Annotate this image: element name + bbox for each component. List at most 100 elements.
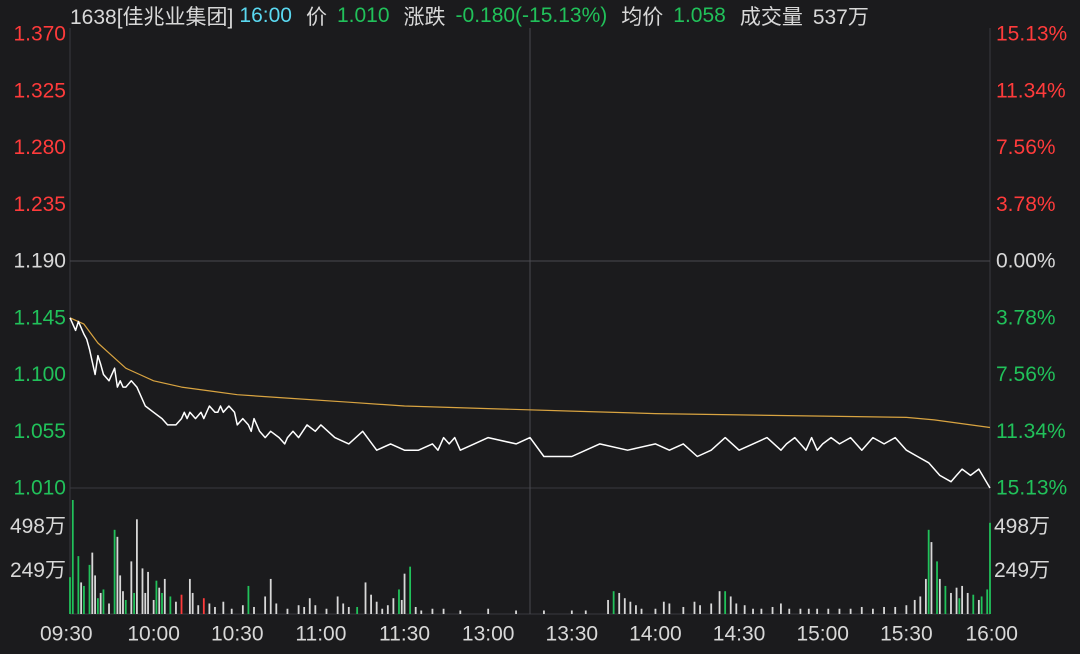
volume-bar: [409, 566, 412, 614]
volume-bar: [913, 599, 916, 614]
volume-bar: [743, 605, 746, 614]
volume-bar: [91, 552, 94, 614]
volume-bar: [169, 596, 172, 614]
volume-bar: [99, 592, 102, 614]
volume-bar: [336, 596, 339, 614]
price-tick-label: 1.190: [13, 250, 66, 273]
volume-bar: [980, 596, 983, 614]
volume-bar: [214, 606, 216, 614]
volume-bar: [308, 598, 311, 614]
time-tick-label: 15:00: [796, 623, 849, 646]
intraday-chart: 1.370 1.325 1.280 1.235 1.190 1.145 1.100 1.055…: [10, 23, 1067, 646]
chart-stage: 1638[佳兆业集团] 16:00 价 1.010 涨跌 -0.180(-15.…: [0, 0, 1080, 654]
volume-bar: [375, 601, 378, 614]
volume-bar: [938, 578, 941, 614]
volume-bar: [102, 589, 105, 614]
percent-tick-label: 0.00%: [996, 250, 1056, 273]
volume-bar: [71, 500, 74, 614]
volume-bar: [222, 601, 225, 614]
volume-bar: [381, 608, 384, 614]
volume-bar: [618, 592, 621, 614]
volume-bar: [80, 582, 83, 614]
volume-bar: [989, 522, 991, 614]
volume-bar: [116, 536, 119, 614]
volume-bar: [682, 606, 685, 614]
volume-bar: [431, 608, 434, 614]
volume-bar: [693, 601, 696, 614]
volume-bar: [161, 592, 163, 614]
volume-bar: [724, 591, 727, 614]
volume-bar: [623, 598, 626, 614]
volume-bar: [94, 575, 96, 614]
time-axis-labels: 09:30 10:00 10:30 11:00 11:30 13:00 13:30 14:00…: [40, 623, 1018, 646]
volume-bar: [122, 591, 124, 614]
volume-bar: [163, 578, 166, 614]
volume-bar: [400, 599, 403, 614]
percent-tick-label: 11.34%: [996, 420, 1066, 443]
volume-bar: [180, 594, 183, 614]
volume-bar: [96, 598, 99, 614]
volume-bar: [629, 601, 632, 614]
time-tick-label: 16:00: [965, 623, 1018, 646]
volume-tick-label: 498万: [10, 515, 66, 538]
volume-bar: [141, 568, 144, 614]
volume-bar: [241, 605, 244, 614]
volume-bar: [191, 592, 194, 614]
time-tick-label: 09:30: [40, 623, 93, 646]
percent-axis-labels: 15.13% 11.34% 7.56% 3.78% 0.00% 3.78% 7.56% 11.…: [996, 23, 1067, 500]
price-tick-label: 1.280: [13, 136, 66, 159]
volume-bar: [788, 608, 791, 614]
volume-bar: [297, 605, 300, 614]
volume-bar: [936, 561, 938, 614]
volume-bar: [958, 598, 961, 614]
volume-bar: [342, 603, 345, 614]
volume-bar: [570, 610, 573, 614]
volume-bar: [640, 608, 643, 614]
volume-bar: [155, 580, 158, 614]
volume-bar: [735, 603, 738, 614]
volume-bar: [124, 599, 127, 614]
volume-bar: [729, 596, 732, 614]
price-tick-label: 1.055: [13, 420, 66, 443]
volume-bar: [654, 608, 657, 614]
percent-tick-label: 7.56%: [996, 136, 1056, 159]
volume-bar: [230, 608, 233, 614]
time-tick-label: 11:30: [379, 623, 430, 646]
volume-bar: [144, 592, 147, 614]
time-tick-label: 15:30: [880, 623, 933, 646]
volume-bar: [752, 608, 754, 614]
volume-bar: [635, 605, 637, 614]
volume-bar: [760, 608, 763, 614]
volume-bar: [961, 585, 964, 614]
time-tick-label: 10:30: [211, 623, 264, 646]
time-tick-label: 10:00: [127, 623, 180, 646]
volume-bar: [370, 594, 372, 614]
volume-bar: [314, 605, 317, 614]
price-tick-label: 1.325: [13, 79, 66, 102]
volume-bar: [849, 608, 852, 614]
volume-bar: [607, 599, 609, 614]
volume-bar: [668, 603, 671, 614]
volume-bar: [487, 608, 490, 614]
volume-bar: [872, 608, 874, 614]
volume-bar: [972, 594, 975, 614]
volume-tick-label: 249万: [10, 559, 66, 582]
volume-bar: [718, 591, 721, 614]
grid-layer: [69, 28, 991, 615]
percent-tick-label: 15.13%: [996, 23, 1067, 46]
volume-bar: [584, 610, 587, 614]
volume-bar: [303, 606, 306, 614]
volume-bar: [286, 608, 289, 614]
volume-bar: [403, 573, 406, 614]
volume-bar: [977, 599, 980, 614]
volume-bar: [392, 598, 395, 614]
volume-bar: [771, 606, 774, 614]
volume-bar: [147, 571, 149, 614]
percent-tick-label: 11.34%: [996, 79, 1066, 102]
volume-bar: [515, 610, 517, 614]
volume-bar: [119, 575, 122, 614]
volume-bar: [130, 561, 133, 614]
volume-tick-label-right: 498万: [994, 515, 1050, 538]
price-tick-label: 1.100: [13, 363, 66, 386]
volume-bar: [944, 585, 947, 614]
